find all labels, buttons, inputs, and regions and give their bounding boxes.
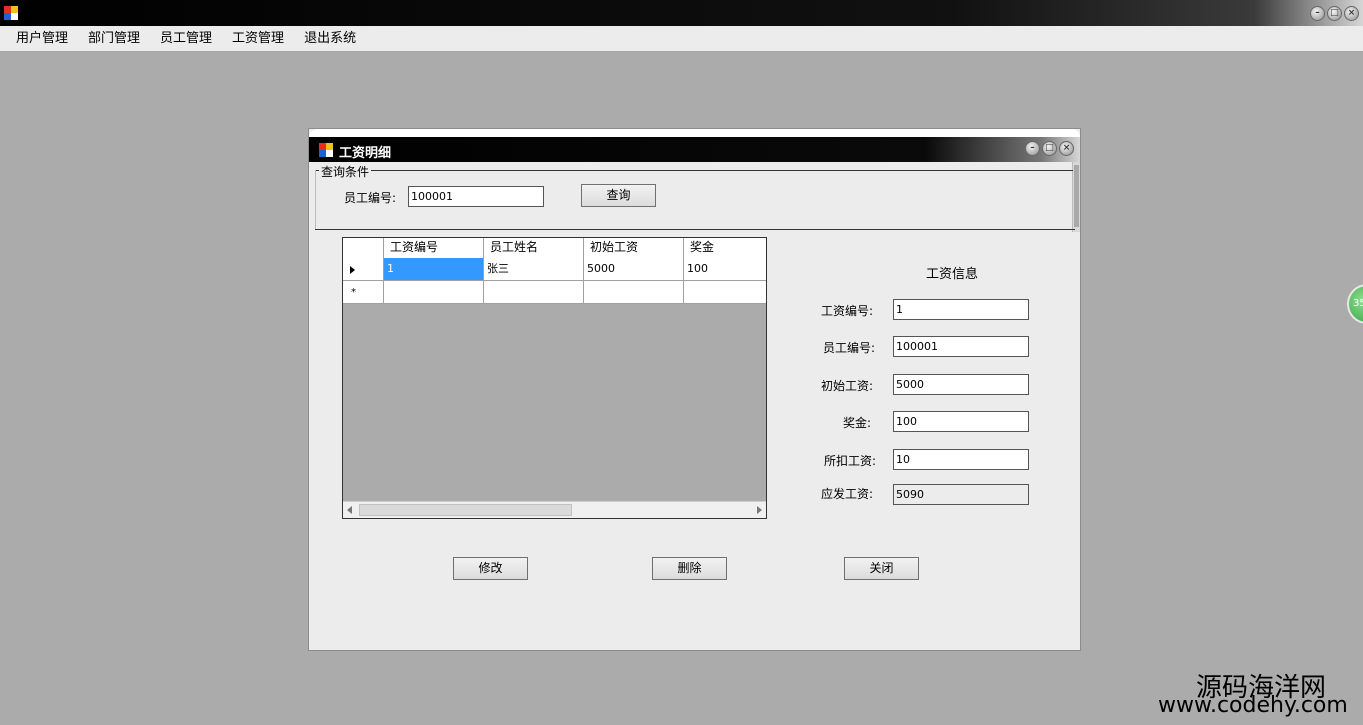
child-minimize-icon[interactable]: – xyxy=(1025,141,1040,156)
horizontal-scrollbar[interactable] xyxy=(343,501,766,518)
grid-cell[interactable] xyxy=(584,281,684,304)
row-selector[interactable] xyxy=(343,258,384,281)
info-employee-id-field[interactable]: 100001 xyxy=(893,336,1029,357)
grid-cell[interactable] xyxy=(384,281,484,304)
salary-detail-window: 工资明细 – □ × 查询条件 员工编号: 100001 查询 工资编号 员工姓… xyxy=(308,128,1081,651)
close-button[interactable]: 关闭 xyxy=(844,557,919,580)
menu-user-management[interactable]: 用户管理 xyxy=(6,27,78,51)
employee-id-label: 员工编号: xyxy=(344,191,397,205)
main-title-bar: – □ × xyxy=(0,0,1363,26)
salary-info-title: 工资信息 xyxy=(926,267,979,282)
menu-department-management[interactable]: 部门管理 xyxy=(78,27,150,51)
query-group-label: 查询条件 xyxy=(319,163,372,180)
menu-salary-management[interactable]: 工资管理 xyxy=(222,27,294,51)
watermark-url: www.codehy.com xyxy=(1158,693,1348,718)
window-title: 工资明细 xyxy=(339,146,392,161)
window-icon xyxy=(319,143,333,157)
scroll-left-icon[interactable] xyxy=(347,506,352,514)
salary-id-field[interactable]: 1 xyxy=(893,299,1029,320)
table-row[interactable]: 1 张三 5000 100 xyxy=(343,258,766,281)
close-icon[interactable]: × xyxy=(1344,6,1359,21)
minimize-icon[interactable]: – xyxy=(1310,6,1325,21)
new-row-selector[interactable]: * xyxy=(343,281,384,304)
net-salary-field: 5090 xyxy=(893,484,1029,505)
grid-cell[interactable]: 100 xyxy=(684,258,766,281)
scroll-thumb[interactable] xyxy=(359,504,572,516)
grid-cell[interactable]: 5000 xyxy=(584,258,684,281)
bonus-field[interactable]: 100 xyxy=(893,411,1029,432)
base-salary-label: 初始工资: xyxy=(821,379,874,393)
net-salary-label: 应发工资: xyxy=(821,487,874,501)
employee-id-input[interactable]: 100001 xyxy=(408,186,544,207)
maximize-icon[interactable]: □ xyxy=(1327,6,1342,21)
salary-id-label: 工资编号: xyxy=(821,304,874,318)
grid-cell[interactable]: 1 xyxy=(384,258,484,281)
deduction-label: 所扣工资: xyxy=(824,454,877,468)
grid-cell[interactable] xyxy=(684,281,766,304)
bonus-label: 奖金: xyxy=(843,416,872,430)
query-button[interactable]: 查询 xyxy=(581,184,656,207)
menu-employee-management[interactable]: 员工管理 xyxy=(150,27,222,51)
delete-button[interactable]: 删除 xyxy=(652,557,727,580)
new-row-icon: * xyxy=(351,287,356,298)
child-maximize-icon[interactable]: □ xyxy=(1042,141,1057,156)
current-row-icon xyxy=(350,266,355,274)
scroll-right-icon[interactable] xyxy=(757,506,762,514)
menu-exit-system[interactable]: 退出系统 xyxy=(294,27,366,51)
menu-bar: 用户管理 部门管理 员工管理 工资管理 退出系统 xyxy=(0,26,1363,52)
new-row[interactable]: * xyxy=(343,281,766,304)
modify-button[interactable]: 修改 xyxy=(453,557,528,580)
grid-cell[interactable]: 张三 xyxy=(484,258,584,281)
child-title-bar[interactable]: 工资明细 – □ × xyxy=(309,137,1080,162)
info-employee-id-label: 员工编号: xyxy=(823,341,876,355)
child-close-icon[interactable]: × xyxy=(1059,141,1074,156)
salary-grid[interactable]: 工资编号 员工姓名 初始工资 奖金 1 张三 5000 100 * xyxy=(342,237,767,519)
vertical-scrollbar[interactable] xyxy=(1072,162,1080,232)
base-salary-field[interactable]: 5000 xyxy=(893,374,1029,395)
deduction-field[interactable]: 10 xyxy=(893,449,1029,470)
app-icon xyxy=(4,6,18,20)
grid-cell[interactable] xyxy=(484,281,584,304)
